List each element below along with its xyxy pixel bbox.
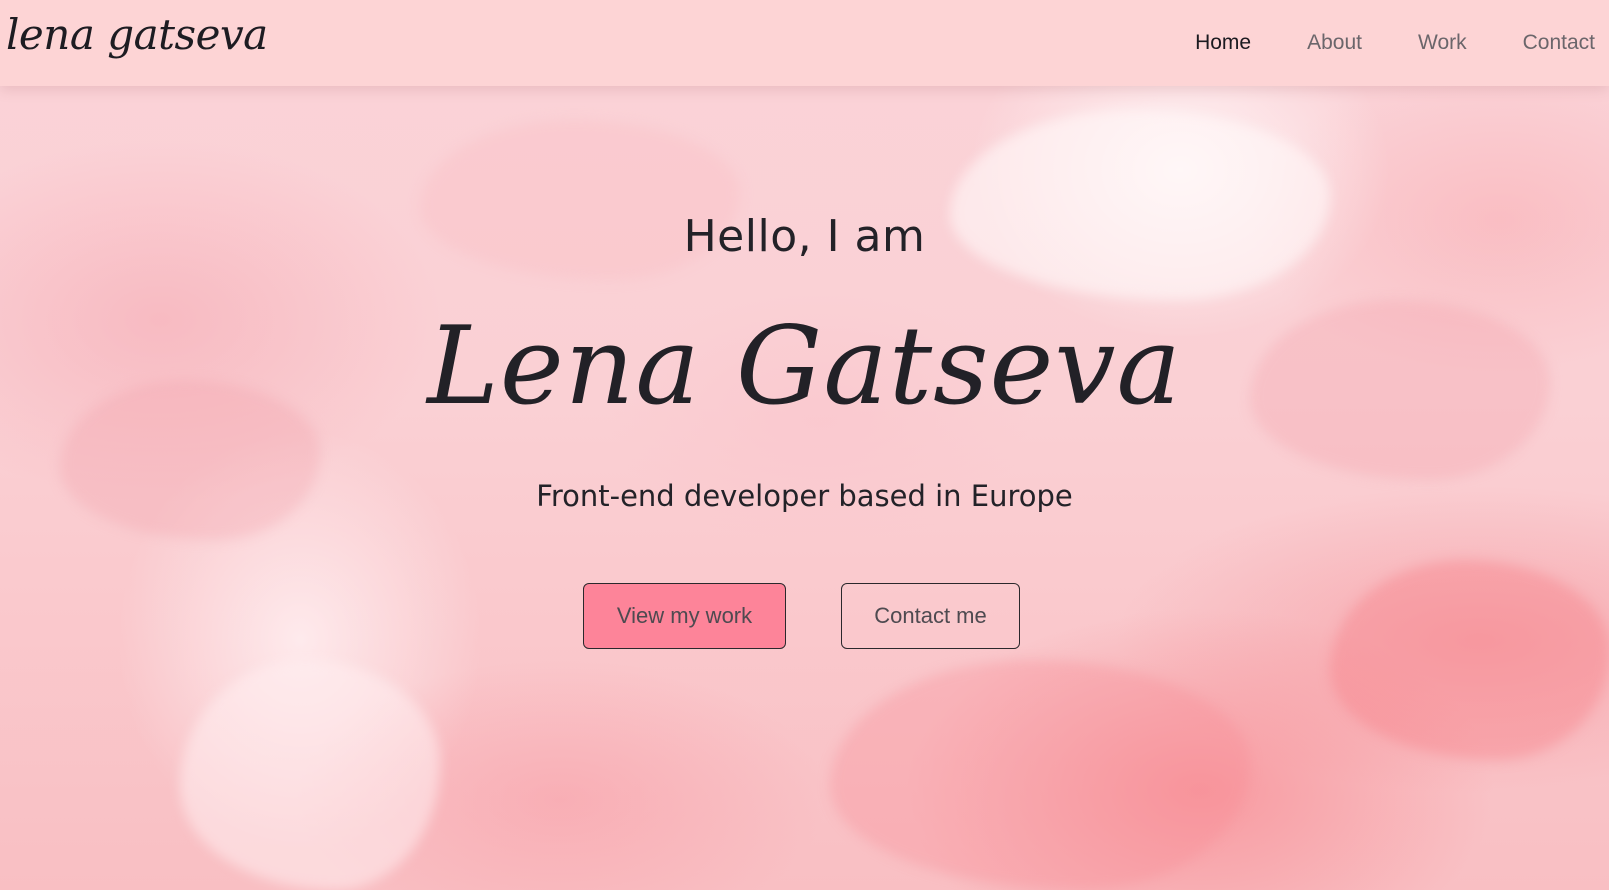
hero-greeting: Hello, I am <box>683 211 926 262</box>
main-nav: Home About Work Contact <box>1195 0 1595 86</box>
site-logo[interactable]: lena gatseva <box>6 10 268 59</box>
hero-section: Hello, I am Lena Gatseva Front-end devel… <box>0 86 1609 890</box>
hero-tagline: Front-end developer based in Europe <box>536 479 1073 513</box>
hero-name: Lena Gatseva <box>427 304 1182 429</box>
contact-me-button[interactable]: Contact me <box>841 583 1020 649</box>
nav-link-work[interactable]: Work <box>1418 31 1467 55</box>
nav-link-about[interactable]: About <box>1307 31 1362 55</box>
view-work-button[interactable]: View my work <box>583 583 786 649</box>
nav-link-contact[interactable]: Contact <box>1523 31 1595 55</box>
nav-link-home[interactable]: Home <box>1195 31 1251 55</box>
navbar: lena gatseva Home About Work Contact <box>0 0 1609 86</box>
